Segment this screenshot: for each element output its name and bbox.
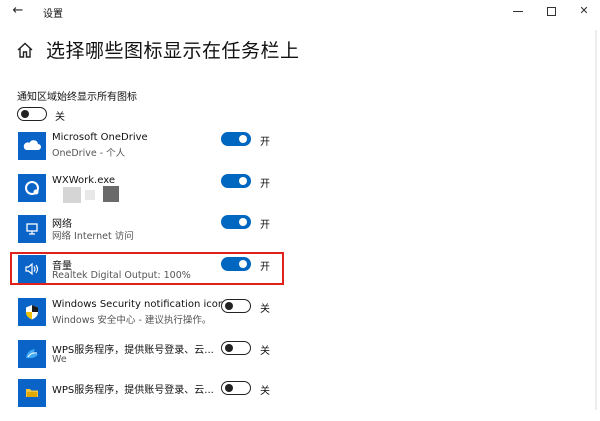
toggle-knob bbox=[239, 135, 247, 143]
redacted-block bbox=[63, 187, 81, 203]
wps-service-1-toggle[interactable] bbox=[221, 341, 251, 355]
toggle-knob bbox=[239, 177, 247, 185]
highlight-box bbox=[10, 252, 284, 285]
wps-service-2-state: 关 bbox=[260, 386, 270, 397]
app-name: WXWork.exe bbox=[52, 175, 115, 186]
windows-security-state: 关 bbox=[260, 304, 270, 315]
toggle-knob bbox=[21, 109, 29, 118]
app-name: Windows Security notification icon bbox=[52, 299, 225, 310]
always-show-toggle[interactable] bbox=[17, 107, 47, 121]
toggle-knob bbox=[239, 218, 247, 226]
close-icon[interactable]: ✕ bbox=[574, 3, 594, 19]
maximize-icon[interactable] bbox=[541, 3, 561, 19]
network-state: 开 bbox=[260, 220, 270, 231]
always-show-state: 关 bbox=[55, 112, 65, 123]
wps-folder-icon bbox=[18, 379, 46, 407]
app-subtitle: Windows 安全中心 - 建议执行操作。 bbox=[52, 315, 212, 326]
list-item-windows-security: Windows Security notification icon Windo… bbox=[0, 297, 600, 337]
app-name: WPS服务程序，提供账号登录、云... bbox=[52, 385, 214, 396]
list-item-wps-service-1: WPS服务程序，提供账号登录、云... We 关 bbox=[0, 339, 600, 379]
toggle-knob bbox=[225, 383, 233, 392]
network-toggle[interactable] bbox=[221, 215, 251, 229]
title-bar: ← 设置 ✕ bbox=[0, 0, 600, 24]
window-title: 设置 bbox=[43, 9, 63, 20]
wxwork-state: 开 bbox=[260, 179, 270, 190]
wxwork-icon bbox=[18, 174, 46, 202]
app-subtitle: We bbox=[52, 354, 67, 365]
redacted-block bbox=[85, 190, 95, 200]
toggle-knob bbox=[225, 343, 233, 352]
app-name: WPS服务程序，提供账号登录、云... bbox=[52, 345, 214, 356]
network-monitor-icon bbox=[18, 215, 46, 243]
wxwork-toggle[interactable] bbox=[221, 174, 251, 188]
app-name: Microsoft OneDrive bbox=[52, 132, 148, 143]
shield-warning-icon bbox=[18, 298, 46, 326]
page-title: 选择哪些图标显示在任务栏上 bbox=[46, 40, 300, 62]
app-subtitle: OneDrive - 个人 bbox=[52, 148, 126, 159]
onedrive-cloud-icon bbox=[18, 132, 46, 160]
wps-service-2-toggle[interactable] bbox=[221, 381, 251, 395]
windows-security-toggle[interactable] bbox=[221, 299, 251, 313]
toggle-knob bbox=[225, 301, 233, 310]
onedrive-toggle[interactable] bbox=[221, 132, 251, 146]
scrollbar[interactable] bbox=[595, 30, 597, 410]
wps-cloud-icon bbox=[18, 340, 46, 368]
back-arrow-icon[interactable]: ← bbox=[10, 4, 26, 18]
home-icon bbox=[16, 41, 34, 59]
wps-service-1-state: 关 bbox=[260, 346, 270, 357]
list-item-wps-service-2: WPS服务程序，提供账号登录、云... 关 bbox=[0, 378, 600, 418]
onedrive-state: 开 bbox=[260, 137, 270, 148]
list-item-network: 网络 网络 Internet 访问 开 bbox=[0, 213, 600, 253]
redacted-block bbox=[103, 186, 119, 202]
list-item-onedrive: Microsoft OneDrive OneDrive - 个人 开 bbox=[0, 130, 600, 170]
minimize-icon[interactable] bbox=[508, 3, 528, 19]
always-show-label: 通知区域始终显示所有图标 bbox=[17, 92, 137, 103]
app-subtitle: 网络 Internet 访问 bbox=[52, 231, 134, 242]
